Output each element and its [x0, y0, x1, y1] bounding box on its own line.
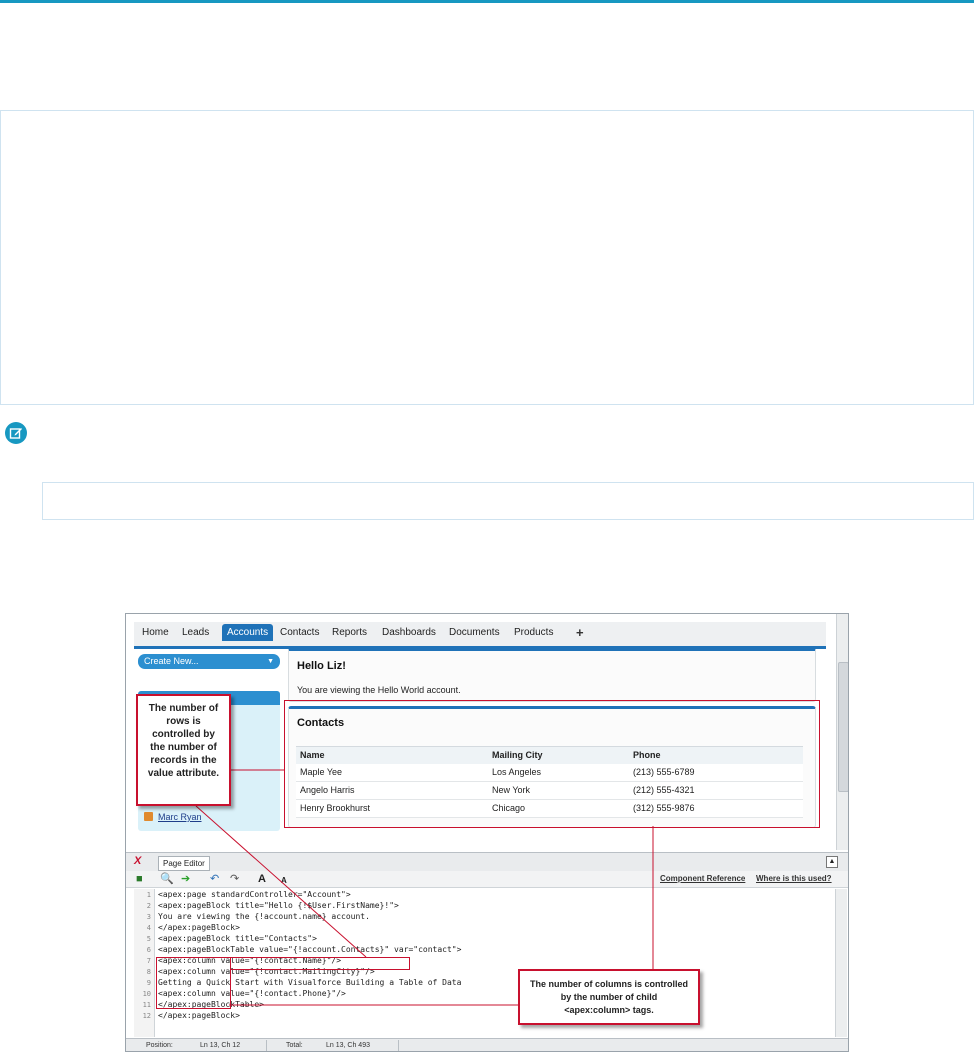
rows-to-code-line: [195, 805, 367, 958]
columns-callout: The number of columns is controlled by t…: [518, 969, 700, 1025]
code-sample-box: [0, 110, 974, 405]
annotation-lines: [195, 769, 654, 1006]
top-accent-bar: [0, 0, 974, 3]
note-edit-icon: [5, 422, 27, 444]
rows-callout: The number of rows is controlled by the …: [136, 694, 231, 806]
code-note-box: [42, 482, 974, 520]
visualforce-screenshot: Home Leads Accounts Contacts Reports Das…: [125, 613, 849, 1052]
